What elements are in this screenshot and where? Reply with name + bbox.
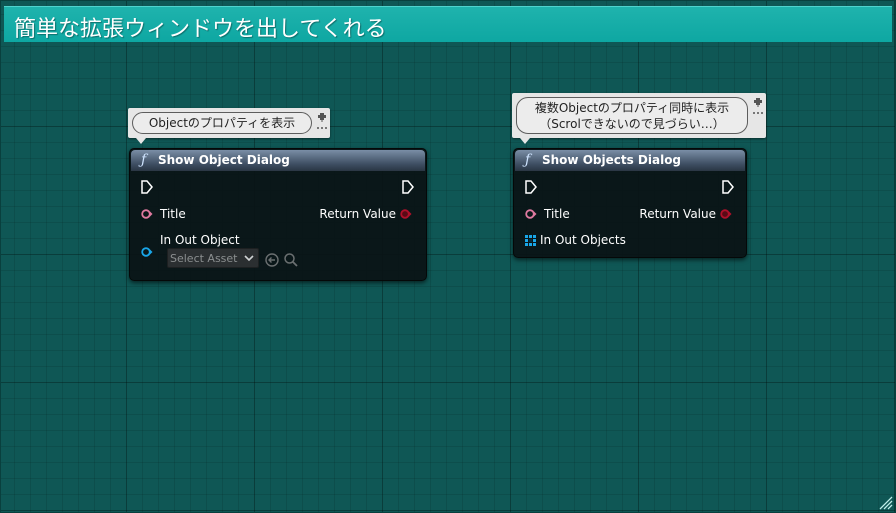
array-pin-icon[interactable] [525, 235, 536, 246]
title-pin-icon[interactable] [141, 209, 153, 219]
exec-in-pin-icon[interactable] [525, 180, 537, 194]
node-comment-bubble[interactable]: 複数Objectのプロパティ同時に表示 （Scrolできないので見づらい…） [512, 93, 766, 144]
node-header[interactable]: ƒ Show Objects Dialog [515, 150, 745, 171]
in-out-object-pin-icon[interactable] [141, 247, 153, 257]
node-comment-bubble[interactable]: Objectのプロパティを表示 [128, 108, 330, 144]
comment-bubble-text: Objectのプロパティを表示 [148, 116, 296, 130]
exec-out-pin-icon[interactable] [722, 180, 734, 194]
node-title: Show Object Dialog [158, 153, 290, 167]
node-header[interactable]: ƒ Show Object Dialog [131, 150, 425, 171]
pin-icon[interactable] [317, 112, 327, 122]
in-out-objects-pin-label: In Out Objects [540, 233, 626, 247]
select-asset-dropdown[interactable]: Select Asset [167, 248, 259, 268]
browse-asset-search-icon[interactable] [283, 252, 299, 268]
return-value-pin-label: Return Value [639, 207, 716, 221]
use-selected-asset-icon[interactable] [264, 252, 280, 268]
return-value-pin-label: Return Value [319, 207, 396, 221]
pin-icon[interactable] [753, 97, 763, 107]
show-objects-dialog-node[interactable]: ƒ Show Objects Dialog Title Return Value… [513, 148, 747, 258]
comment-bubble-body: 複数Objectのプロパティ同時に表示 （Scrolできないので見づらい…） [516, 97, 748, 134]
more-icon[interactable] [317, 126, 327, 130]
comment-title[interactable]: 簡単な拡張ウィンドウを出してくれる [14, 11, 387, 43]
return-value-pin-icon[interactable] [720, 209, 732, 219]
more-icon[interactable] [753, 111, 763, 115]
comment-box-header[interactable]: 簡単な拡張ウィンドウを出してくれる [4, 6, 892, 42]
resize-grip-icon[interactable] [879, 496, 893, 510]
function-icon: ƒ [525, 152, 531, 168]
comment-bubble-text-line-1: 複数Objectのプロパティ同時に表示 [534, 100, 730, 115]
exec-in-pin-icon[interactable] [141, 180, 153, 194]
title-pin-label: Title [160, 207, 186, 221]
exec-out-pin-icon[interactable] [402, 180, 414, 194]
node-title: Show Objects Dialog [542, 153, 682, 167]
comment-bubble-text-line-2: （Scrolできないので見づらい…） [539, 116, 725, 131]
chevron-down-icon [244, 255, 254, 262]
title-pin-icon[interactable] [525, 209, 537, 219]
show-object-dialog-node[interactable]: ƒ Show Object Dialog Title Return Value … [129, 148, 427, 281]
select-asset-label: Select Asset [170, 252, 238, 265]
function-icon: ƒ [141, 152, 147, 168]
comment-bubble-body: Objectのプロパティを表示 [132, 112, 312, 134]
title-pin-label: Title [544, 207, 570, 221]
return-value-pin-icon[interactable] [400, 209, 412, 219]
in-out-object-pin-label: In Out Object [160, 233, 240, 247]
